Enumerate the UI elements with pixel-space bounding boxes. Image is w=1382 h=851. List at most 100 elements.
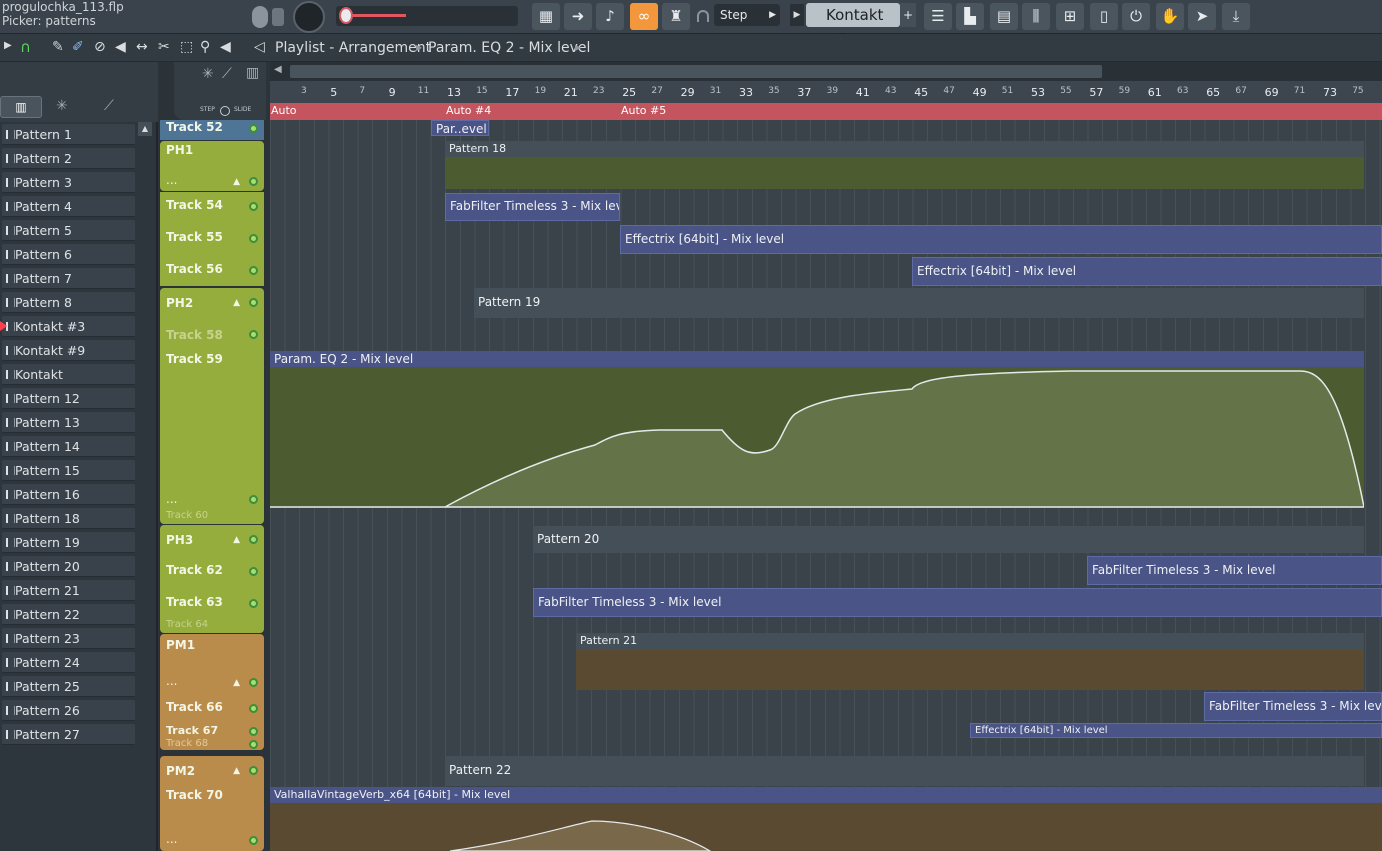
select-icon[interactable]: ⬚ xyxy=(180,39,193,55)
play-triangle-icon[interactable]: ▶ xyxy=(790,4,804,26)
track-header[interactable]: Track 55 xyxy=(160,224,264,256)
picker-item[interactable]: Pattern 24 xyxy=(2,652,135,673)
collapse-icon[interactable]: ▲ xyxy=(233,298,240,308)
track-enable-led[interactable] xyxy=(249,678,258,687)
collapse-icon[interactable]: ▲ xyxy=(233,766,240,776)
picker-item[interactable]: Pattern 14 xyxy=(2,436,135,457)
collapse-icon[interactable]: ▲ xyxy=(233,177,240,187)
pattern-clip[interactable]: Pattern 18 xyxy=(445,141,1364,189)
automation-clip[interactable]: Effectrix [64bit] - Mix level xyxy=(912,257,1382,286)
collapse-icon[interactable]: ▲ xyxy=(233,535,240,545)
scroll-left-icon[interactable]: ◀ xyxy=(274,64,282,75)
playlist-grid[interactable]: Par..evel Pattern 18 FabFilter Timeless … xyxy=(270,120,1382,851)
picker-item[interactable]: Pattern 3 xyxy=(2,172,135,193)
track-enable-led[interactable] xyxy=(249,266,258,275)
picker-item[interactable]: Pattern 12 xyxy=(2,388,135,409)
file-icon[interactable]: ▯ xyxy=(1090,3,1118,30)
metronome-icon[interactable]: ♜ xyxy=(662,3,690,30)
track-enable-led[interactable] xyxy=(249,836,258,845)
piano-roll-view-icon[interactable]: ▙ xyxy=(956,3,984,30)
picker-item-selected[interactable]: Kontakt #3 xyxy=(2,316,135,337)
mixer-icon[interactable]: ⫼ xyxy=(1022,3,1050,30)
slice-icon[interactable]: ✂ xyxy=(158,39,170,55)
picker-patterns-tab[interactable]: ▥ xyxy=(0,96,42,118)
picker-item[interactable]: Pattern 4 xyxy=(2,196,135,217)
playlist-icon[interactable]: ☰ xyxy=(924,3,952,30)
magnet-snap-icon[interactable]: ∩ xyxy=(20,38,31,56)
track-enable-led[interactable] xyxy=(249,727,258,736)
playlist-overview[interactable]: ◀ xyxy=(270,62,1382,81)
track-enable-led[interactable] xyxy=(249,766,258,775)
picker-item[interactable]: Pattern 20 xyxy=(2,556,135,577)
track-enable-led[interactable] xyxy=(249,124,258,133)
breadcrumb-current[interactable]: Param. EQ 2 - Mix level xyxy=(428,40,590,56)
picker-item[interactable]: Pattern 18 xyxy=(2,508,135,529)
track-enable-led[interactable] xyxy=(249,567,258,576)
automation-clip[interactable]: Par..evel xyxy=(431,120,489,136)
track-header[interactable]: PH2 ▲ Track 58 Track 59 ... Track 60 xyxy=(160,288,264,524)
picker-scroll-up[interactable]: ▲ xyxy=(138,122,152,136)
picker-item[interactable]: Pattern 26 xyxy=(2,700,135,721)
track-enable-led[interactable] xyxy=(249,234,258,243)
piano-roll-icon[interactable]: ▦ xyxy=(532,3,560,30)
zoom-icon[interactable]: ⚲ xyxy=(200,39,210,55)
track-enable-led[interactable] xyxy=(249,177,258,186)
picker-item[interactable]: Kontakt xyxy=(2,364,135,385)
track-enable-led[interactable] xyxy=(249,298,258,307)
picker-item[interactable]: Pattern 2 xyxy=(2,148,135,169)
picker-item[interactable]: Pattern 19 xyxy=(2,532,135,553)
picker-item[interactable]: Pattern 8 xyxy=(2,292,135,313)
picker-item[interactable]: Pattern 6 xyxy=(2,244,135,265)
picker-item[interactable]: Pattern 27 xyxy=(2,724,135,745)
automation-clip[interactable]: ValhallaVintageVerb_x64 [64bit] - Mix le… xyxy=(270,787,1382,851)
track-header[interactable]: PM1 ... ▲ Track 66 Track 67 Track 68 xyxy=(160,634,264,750)
automation-clip[interactable]: FabFilter Timeless 3 - Mix level xyxy=(1204,692,1382,721)
link-icon[interactable]: ∞ xyxy=(630,3,658,30)
automation-clip[interactable]: FabFilter Timeless 3 - Mix level xyxy=(445,193,620,221)
picker-item[interactable]: Pattern 1 xyxy=(2,124,135,145)
picker-audio-tab[interactable]: ✳ xyxy=(56,98,68,114)
slip-icon[interactable]: ↔ xyxy=(136,39,148,55)
pencil-icon[interactable]: ✎ xyxy=(52,39,64,55)
automation-clip[interactable]: Effectrix [64bit] - Mix level xyxy=(620,225,1382,254)
mouse-icon[interactable] xyxy=(252,6,268,28)
picker-item[interactable]: Pattern 21 xyxy=(2,580,135,601)
picker-automation-tab[interactable]: ⟋ xyxy=(104,98,114,114)
metronome-small-icon[interactable] xyxy=(272,8,284,26)
delete-icon[interactable]: ⊘ xyxy=(94,39,106,55)
track-enable-led[interactable] xyxy=(249,704,258,713)
marker-lane[interactable]: Auto Auto #4 Auto #5 xyxy=(270,103,1382,120)
add-channel-button[interactable]: + xyxy=(900,3,916,27)
picker-item[interactable]: Pattern 7 xyxy=(2,268,135,289)
picker-item[interactable]: Pattern 23 xyxy=(2,628,135,649)
breadcrumb-root[interactable]: Playlist - Arrangement xyxy=(275,40,431,56)
master-volume-slider[interactable] xyxy=(336,6,518,26)
marker[interactable]: Auto #5 xyxy=(621,104,666,117)
pattern-clip[interactable]: Pattern 22 xyxy=(445,756,1364,786)
collapse-icon[interactable]: ▲ xyxy=(233,678,240,688)
overview-thumb[interactable] xyxy=(290,65,1102,78)
picker-item[interactable]: Pattern 15 xyxy=(2,460,135,481)
track-header[interactable]: PM2 ▲ Track 70 ... xyxy=(160,756,264,851)
picker-item[interactable]: Pattern 13 xyxy=(2,412,135,433)
browser-icon[interactable]: ⊞ xyxy=(1056,3,1084,30)
track-enable-led[interactable] xyxy=(249,495,258,504)
master-pitch-knob[interactable] xyxy=(293,1,325,33)
channel-selector[interactable]: Kontakt #3 xyxy=(806,3,900,48)
mute-icon[interactable]: ◀ xyxy=(115,39,126,55)
pattern-clip[interactable]: Pattern 20 xyxy=(533,526,1364,553)
track-enable-led[interactable] xyxy=(249,599,258,608)
tempo-tapper-icon[interactable]: ✋ xyxy=(1156,3,1184,30)
marker[interactable]: Auto xyxy=(271,104,297,117)
download-icon[interactable]: ⤓ xyxy=(1222,3,1250,30)
track-enable-led[interactable] xyxy=(249,330,258,339)
pattern-clip[interactable]: Pattern 21 xyxy=(576,633,1364,690)
wave-icon[interactable]: ✳ xyxy=(202,66,214,82)
automation-clip[interactable]: Effectrix [64bit] - Mix level xyxy=(970,723,1382,738)
picker-item[interactable]: Pattern 22 xyxy=(2,604,135,625)
plugin-icon[interactable]: ⏻ xyxy=(1122,3,1150,30)
arrow-right-icon[interactable]: ▶ xyxy=(4,40,12,51)
picker-item[interactable]: Pattern 16 xyxy=(2,484,135,505)
speaker-icon[interactable]: ◁ xyxy=(254,39,265,55)
automation-clip[interactable]: Param. EQ 2 - Mix level xyxy=(270,351,1364,508)
